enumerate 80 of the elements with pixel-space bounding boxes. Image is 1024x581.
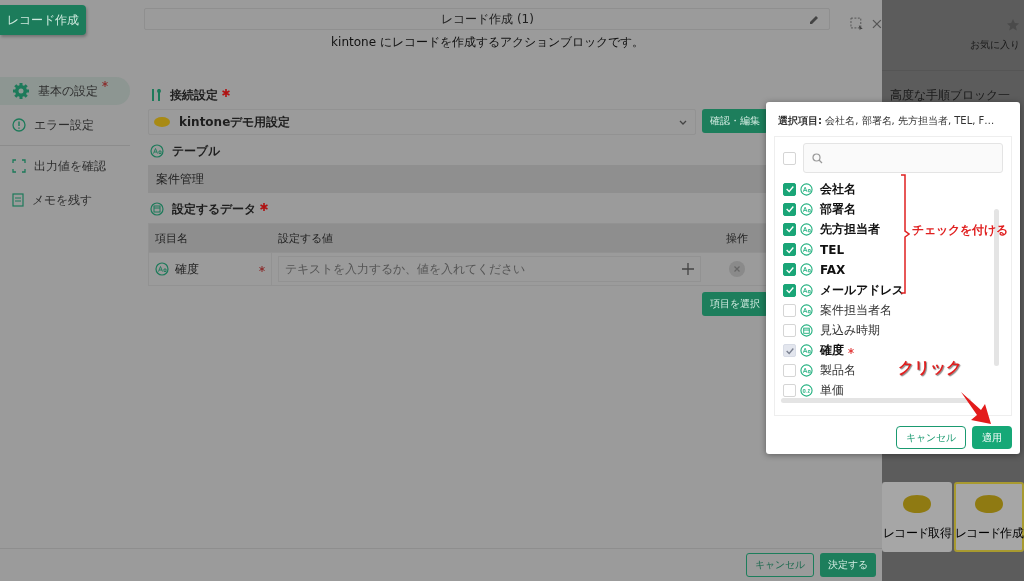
gear-icon xyxy=(12,82,30,100)
column-header: 設定する値 xyxy=(272,224,707,252)
memo-icon xyxy=(12,193,24,207)
select-fields-button[interactable]: 項目を選択 xyxy=(702,292,768,316)
text-field-icon xyxy=(800,222,813,236)
block-name-button[interactable]: レコード作成 xyxy=(0,5,87,35)
checkbox[interactable] xyxy=(783,222,796,236)
selection-icon[interactable] xyxy=(850,17,865,31)
logo-icon xyxy=(972,492,1006,515)
logo-icon xyxy=(153,116,171,128)
selected-items-summary: 選択項目: 会社名, 部署名, 先方担当者, TEL, F… xyxy=(777,114,996,128)
check-icon xyxy=(784,345,795,356)
text-field-icon xyxy=(800,202,813,216)
checkbox[interactable] xyxy=(783,182,796,196)
table-field: 案件管理 xyxy=(148,165,768,193)
title-field[interactable]: レコード作成 (1) xyxy=(144,8,831,30)
nav-item[interactable]: メモを残す xyxy=(0,186,130,214)
text-field-icon xyxy=(800,283,813,297)
text-field-icon xyxy=(150,144,164,158)
field-option-label[interactable]: 見込み時期 xyxy=(820,321,880,339)
field-option-label[interactable]: メールアドレス xyxy=(820,281,904,299)
subtitle: kintone にレコードを作成するアクションブロックです。 xyxy=(331,34,644,51)
close-icon[interactable] xyxy=(872,19,882,29)
field-option-label[interactable]: 案件担当者名 xyxy=(820,301,892,319)
select-all-checkbox[interactable] xyxy=(783,151,796,165)
frame-icon xyxy=(12,159,26,173)
check-icon xyxy=(784,204,795,215)
column-header: 項目名 xyxy=(149,224,272,252)
section-title: 接続設定 xyxy=(170,86,218,104)
field-option-label[interactable]: 部署名 xyxy=(820,200,856,218)
check-icon xyxy=(784,264,795,275)
annotation-text: クリック xyxy=(898,358,962,379)
calendar-icon xyxy=(800,323,813,337)
text-field-icon xyxy=(800,182,813,196)
field-name: 確度 xyxy=(175,260,200,278)
alert-icon xyxy=(12,118,26,132)
check-icon xyxy=(784,224,795,235)
field-option-label[interactable]: 会社名 xyxy=(820,180,856,198)
check-icon xyxy=(784,244,795,255)
field-option-label[interactable]: 単価 xyxy=(820,382,844,400)
table-icon xyxy=(150,202,164,216)
check-icon xyxy=(784,184,795,195)
number-field-icon xyxy=(800,384,813,398)
connection-icon xyxy=(150,88,162,102)
checkbox[interactable] xyxy=(783,202,796,216)
apply-button[interactable]: 適用 xyxy=(972,426,1012,449)
check-icon xyxy=(784,285,795,296)
text-field-icon xyxy=(800,344,813,358)
checkbox[interactable] xyxy=(783,283,796,297)
connection-select[interactable]: kintoneデモ用設定 xyxy=(148,109,696,135)
text-field-icon xyxy=(800,303,813,317)
cancel-button[interactable]: キャンセル xyxy=(896,426,966,449)
text-field-icon xyxy=(800,243,813,257)
nav-item[interactable]: 基本の設定 xyxy=(0,77,130,105)
field-option-label[interactable]: 製品名 xyxy=(820,362,856,380)
field-option-label[interactable]: TEL xyxy=(820,242,845,257)
annotation-text: チェックを付ける xyxy=(912,222,1008,239)
confirm-button[interactable]: 決定する xyxy=(820,553,876,577)
checkbox[interactable] xyxy=(783,243,796,257)
block-card[interactable]: レコード取得 xyxy=(882,482,952,552)
plus-icon[interactable] xyxy=(682,263,694,275)
text-field-icon xyxy=(155,262,169,276)
search-field[interactable] xyxy=(803,143,1003,173)
nav-item[interactable]: エラー設定 xyxy=(0,111,130,139)
pencil-icon[interactable] xyxy=(809,15,820,25)
text-field-icon xyxy=(800,263,813,277)
field-option-label[interactable]: 先方担当者 xyxy=(820,220,880,238)
edit-button[interactable]: 確認・編集 xyxy=(702,109,768,133)
chevron-icon xyxy=(679,119,687,125)
text-field-icon xyxy=(800,364,813,378)
section-title: テーブル xyxy=(172,142,220,160)
arrow-annotation xyxy=(959,390,993,426)
checkbox[interactable] xyxy=(783,263,796,277)
logo-icon xyxy=(900,492,934,515)
field-option-label[interactable]: FAX xyxy=(820,262,846,277)
column-header: 操作 xyxy=(707,224,767,252)
search-icon xyxy=(812,152,823,164)
nav-item[interactable]: 出力値を確認 xyxy=(0,152,130,180)
section-title: 設定するデータ xyxy=(172,200,256,218)
remove-icon[interactable] xyxy=(729,261,745,277)
